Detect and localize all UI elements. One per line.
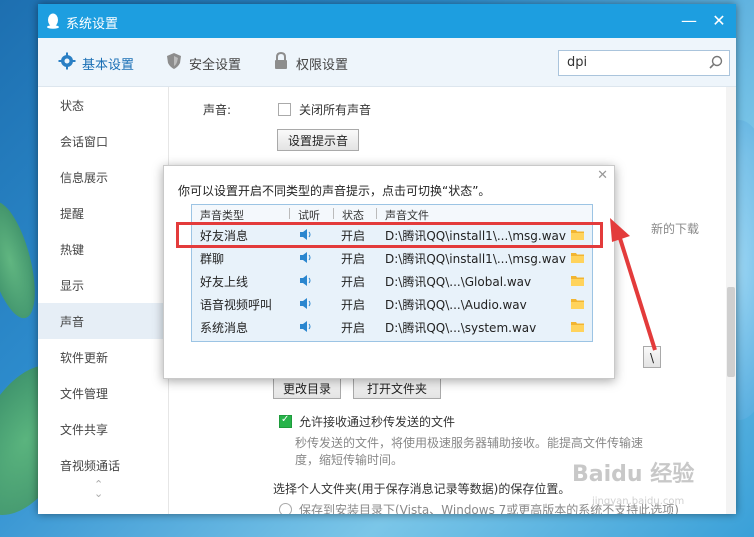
mute-all-checkbox[interactable]: [278, 103, 291, 116]
sound-types-dialog: ✕ 你可以设置开启不同类型的声音提示，点击可切换“状态”。 声音类型 试听 状态…: [163, 165, 615, 379]
baidu-jingyan-watermark: Baidu 经验: [572, 462, 695, 487]
change-directory-button[interactable]: 更改目录: [273, 377, 341, 399]
search-value: dpi: [567, 55, 588, 70]
lock-icon: [275, 52, 287, 69]
sidebar-item-label: 文件管理: [60, 387, 109, 401]
sidebar-item-label: 软件更新: [60, 351, 109, 365]
sidebar-item-label: 热键: [60, 243, 85, 257]
speaker-icon[interactable]: [299, 251, 313, 264]
column-header-status[interactable]: 状态: [342, 207, 364, 223]
sidebar-item-label: 信息展示: [60, 171, 109, 185]
status-cell[interactable]: 开启: [341, 273, 365, 290]
sound-file-cell: D:\腾讯QQ\...\Audio.wav: [385, 298, 527, 312]
highlight-box-annotation: [176, 222, 603, 248]
window-title: 系统设置: [66, 17, 119, 32]
qq-penguin-icon: [47, 13, 59, 29]
allow-flash-transfer-checkbox[interactable]: [279, 414, 292, 428]
column-divider: [376, 208, 377, 219]
minimize-icon: —: [681, 11, 697, 30]
settings-sidebar: 状态 会话窗口 信息展示 提醒 热键 显示 声音 软件更新 文件管理 文件共享 …: [38, 87, 169, 514]
sidebar-item-av-call[interactable]: 音视频通话: [38, 447, 168, 483]
sidebar-item-display[interactable]: 显示: [38, 267, 168, 303]
status-cell[interactable]: 开启: [341, 296, 365, 313]
folder-icon[interactable]: [571, 252, 584, 263]
sound-type-cell: 群聊: [200, 252, 225, 266]
folder-icon[interactable]: [571, 321, 584, 332]
close-icon: ✕: [712, 11, 726, 30]
sidebar-item-file-sharing[interactable]: 文件共享: [38, 411, 168, 447]
tab-permission-settings[interactable]: 权限设置: [272, 52, 362, 74]
status-cell[interactable]: 开启: [341, 250, 365, 267]
speaker-icon[interactable]: [299, 320, 313, 333]
close-button[interactable]: ✕: [708, 10, 730, 32]
sound-type-cell: 系统消息: [200, 321, 249, 335]
tab-security-settings[interactable]: 安全设置: [165, 52, 255, 74]
open-folder-button[interactable]: 打开文件夹: [353, 377, 441, 399]
column-divider: [289, 208, 290, 219]
baidu-jingyan-watermark-url: jingyan.baidu.com: [592, 496, 685, 507]
table-row[interactable]: 语音视频呼叫 开启 D:\腾讯QQ\...\Audio.wav: [192, 292, 592, 315]
flash-transfer-description: 度，缩短传输时间。: [295, 453, 404, 467]
tab-label: 安全设置: [189, 58, 242, 73]
sidebar-item-software-update[interactable]: 软件更新: [38, 339, 168, 375]
table-row[interactable]: 好友上线 开启 D:\腾讯QQ\...\Global.wav: [192, 269, 592, 292]
flash-transfer-description: 秒传发送的文件，将使用极速服务器辅助接收。能提高文件传输速: [295, 436, 644, 450]
sound-label: 声音:: [203, 103, 232, 117]
dialog-message: 你可以设置开启不同类型的声音提示，点击可切换“状态”。: [178, 184, 491, 198]
status-cell[interactable]: 开启: [341, 319, 365, 336]
save-location-label: 选择个人文件夹(用于保存消息记录等数据)的保存位置。: [273, 482, 571, 496]
sound-file-cell: D:\腾讯QQ\install1\...\msg.wav: [385, 252, 566, 266]
minimize-button[interactable]: —: [678, 10, 700, 32]
scrollbar-thumb[interactable]: [727, 287, 735, 377]
sidebar-item-chat-window[interactable]: 会话窗口: [38, 123, 168, 159]
sidebar-item-file-management[interactable]: 文件管理: [38, 375, 168, 411]
sidebar-scroll-arrows[interactable]: ⌃ ⌄: [94, 479, 103, 499]
speaker-icon[interactable]: [299, 274, 313, 287]
table-row[interactable]: 系统消息 开启 D:\腾讯QQ\...\system.wav: [192, 315, 592, 338]
sidebar-item-label: 提醒: [60, 207, 85, 221]
close-icon[interactable]: ✕: [597, 168, 608, 183]
sidebar-item-hotkeys[interactable]: 热键: [38, 231, 168, 267]
sound-file-cell: D:\腾讯QQ\...\Global.wav: [385, 275, 532, 289]
column-divider: [333, 208, 334, 219]
settings-tab-bar: 基本设置 安全设置 权限设置 dpi: [38, 38, 736, 87]
sidebar-item-status[interactable]: 状态: [38, 87, 168, 123]
sidebar-item-label: 声音: [60, 315, 85, 329]
folder-icon[interactable]: [571, 298, 584, 309]
sidebar-item-label: 状态: [60, 99, 85, 113]
allow-flash-transfer-label: 允许接收通过秒传发送的文件: [299, 415, 456, 429]
sidebar-item-info-display[interactable]: 信息展示: [38, 159, 168, 195]
column-header-sound-file[interactable]: 声音文件: [385, 207, 429, 223]
settings-search-input[interactable]: dpi: [558, 50, 730, 76]
sidebar-item-sound[interactable]: 声音: [38, 303, 168, 339]
sound-type-cell: 语音视频呼叫: [200, 298, 273, 312]
sidebar-item-label: 文件共享: [60, 423, 109, 437]
tab-label: 权限设置: [296, 58, 349, 73]
red-arrow-annotation: [610, 218, 657, 351]
set-sound-button[interactable]: 设置提示音: [277, 129, 359, 151]
sidebar-item-label: 显示: [60, 279, 85, 293]
gear-icon: [58, 52, 76, 70]
column-header-sound-type[interactable]: 声音类型: [200, 207, 244, 223]
tab-label: 基本设置: [82, 58, 135, 73]
tab-basic-settings[interactable]: 基本设置: [58, 52, 148, 74]
column-header-preview[interactable]: 试听: [298, 207, 320, 223]
save-to-install-dir-radio[interactable]: [279, 503, 292, 514]
sound-file-cell: D:\腾讯QQ\...\system.wav: [385, 321, 537, 335]
content-scrollbar[interactable]: [726, 87, 736, 514]
table-header: 声音类型 试听 状态 声音文件: [192, 205, 592, 223]
sound-type-cell: 好友上线: [200, 275, 249, 289]
sidebar-item-label: 会话窗口: [60, 135, 109, 149]
sidebar-item-label: 音视频通话: [60, 459, 121, 473]
speaker-icon[interactable]: [299, 297, 313, 310]
table-row[interactable]: 群聊 开启 D:\腾讯QQ\install1\...\msg.wav: [192, 246, 592, 269]
mute-all-label: 关闭所有声音: [299, 103, 372, 117]
chevron-down-icon[interactable]: ⌄: [94, 488, 103, 499]
search-icon[interactable]: [709, 55, 723, 69]
folder-icon[interactable]: [571, 275, 584, 286]
title-bar[interactable]: 系统设置 — ✕: [38, 4, 736, 38]
sidebar-item-reminder[interactable]: 提醒: [38, 195, 168, 231]
shield-icon: [167, 53, 181, 69]
